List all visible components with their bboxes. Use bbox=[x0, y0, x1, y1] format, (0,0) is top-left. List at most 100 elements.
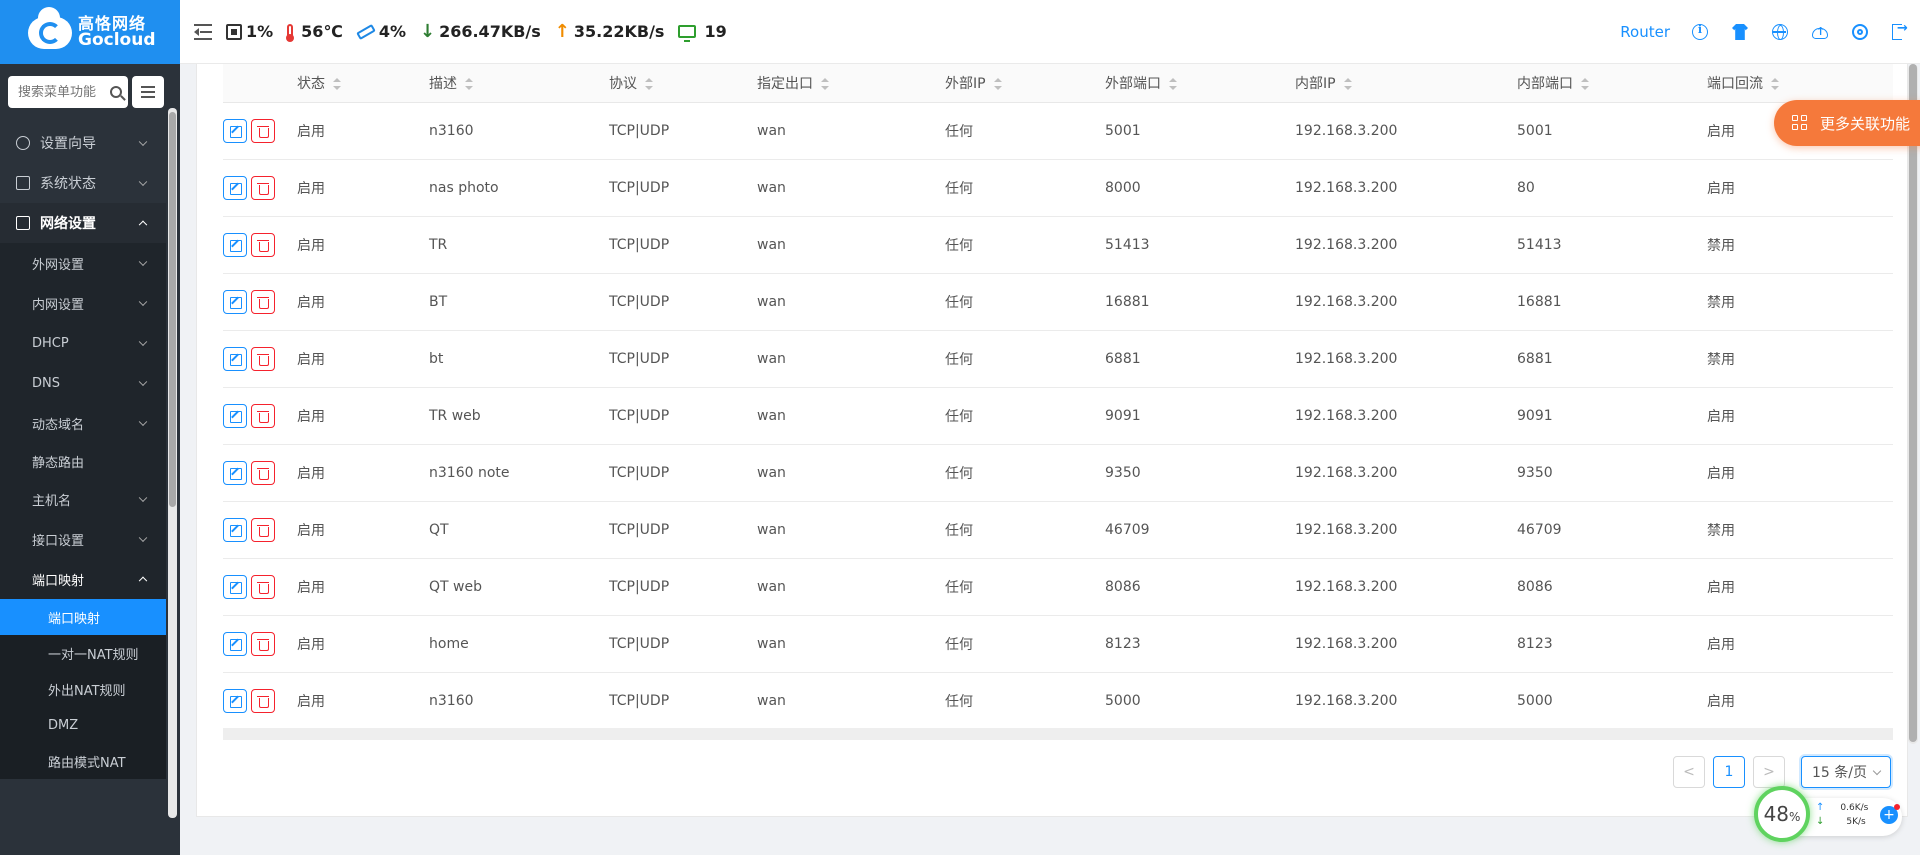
chevron-down-icon bbox=[138, 137, 148, 147]
internal-ip-cell: 192.168.3.200 bbox=[1295, 179, 1398, 196]
external-port-cell: 5001 bbox=[1105, 122, 1141, 139]
page-size-select[interactable]: 15 条/页 bbox=[1801, 756, 1891, 788]
edit-icon[interactable] bbox=[223, 175, 247, 200]
delete-icon[interactable] bbox=[251, 403, 275, 428]
sidebar-item-one-to-one-nat[interactable]: 一对一NAT规则 bbox=[0, 635, 166, 671]
sidebar-item-port-mapping[interactable]: 端口映射 bbox=[0, 599, 166, 635]
edit-icon[interactable] bbox=[223, 517, 247, 542]
sidebar-item-hostname[interactable]: 主机名 bbox=[0, 479, 166, 519]
edit-icon[interactable] bbox=[223, 118, 247, 143]
devices-value: 19 bbox=[704, 22, 727, 41]
sort-icon[interactable] bbox=[1771, 77, 1779, 90]
delete-icon[interactable] bbox=[251, 346, 275, 371]
edit-icon[interactable] bbox=[223, 289, 247, 314]
protocol-cell: TCP|UDP bbox=[609, 236, 670, 253]
table-row: 启用 QT web TCP|UDP wan 任何 8086 192.168.3.200 808… bbox=[223, 558, 1893, 615]
delete-icon[interactable] bbox=[251, 175, 275, 200]
edit-icon[interactable] bbox=[223, 346, 247, 371]
loopback-cell: 启用 bbox=[1707, 636, 1735, 653]
internal-ip-cell: 192.168.3.200 bbox=[1295, 578, 1398, 595]
menu-toggle-button[interactable] bbox=[132, 76, 164, 108]
sidebar-item-label: 系统状态 bbox=[40, 176, 96, 192]
speed-widget[interactable]: ↑ 0.6K/s ↓ 5K/s + 48% bbox=[1754, 786, 1904, 842]
cloud-upload-icon[interactable] bbox=[1812, 25, 1828, 39]
header-protocol[interactable]: 协议 bbox=[609, 64, 757, 102]
internal-ip-cell: 192.168.3.200 bbox=[1295, 236, 1398, 253]
delete-icon[interactable] bbox=[251, 118, 275, 143]
logo[interactable]: 高恪网络 Gocloud bbox=[0, 0, 180, 64]
port-mapping-submenu: 端口映射 一对一NAT规则 外出NAT规则 DMZ 路由模式NAT bbox=[0, 599, 166, 779]
theme-shirt-icon[interactable] bbox=[1732, 24, 1748, 40]
actions-cell bbox=[223, 615, 297, 672]
sidebar-item-wan[interactable]: 外网设置 bbox=[0, 243, 166, 283]
sidebar-item-dhcp[interactable]: DHCP bbox=[0, 323, 166, 363]
sort-icon[interactable] bbox=[465, 77, 473, 90]
sidebar-item-dns[interactable]: DNS bbox=[0, 363, 166, 403]
language-globe-icon[interactable] bbox=[1772, 24, 1788, 40]
delete-icon[interactable] bbox=[251, 460, 275, 485]
delete-icon[interactable] bbox=[251, 688, 275, 713]
sort-icon[interactable] bbox=[1581, 77, 1589, 90]
edit-icon[interactable] bbox=[223, 574, 247, 599]
memory-percent-circle[interactable]: 48% bbox=[1754, 786, 1810, 842]
sidebar-item-lan[interactable]: 内网设置 bbox=[0, 283, 166, 323]
sidebar-item-outbound-nat[interactable]: 外出NAT规则 bbox=[0, 671, 166, 707]
sidebar-item-label: 外网设置 bbox=[32, 257, 85, 273]
edit-icon[interactable] bbox=[223, 460, 247, 485]
info-icon[interactable] bbox=[1692, 23, 1708, 40]
sort-icon[interactable] bbox=[993, 77, 1002, 90]
sidebar-item-ddns[interactable]: 动态域名 bbox=[0, 403, 166, 443]
sidebar-item-system-status[interactable]: 系统状态 bbox=[0, 163, 166, 203]
sidebar-item-interface[interactable]: 接口设置 bbox=[0, 519, 166, 559]
table-horizontal-scrollbar[interactable] bbox=[223, 728, 1893, 740]
collapse-sidebar-icon[interactable] bbox=[194, 23, 212, 40]
edit-icon[interactable] bbox=[223, 631, 247, 656]
sidebar-scrollbar-thumb[interactable] bbox=[169, 112, 176, 507]
logo-text-en: Gocloud bbox=[78, 30, 156, 50]
sort-icon[interactable] bbox=[1169, 77, 1177, 90]
header-internal-ip[interactable]: 内部IP bbox=[1295, 64, 1517, 102]
header-description[interactable]: 描述 bbox=[429, 64, 609, 102]
sort-icon[interactable] bbox=[1343, 77, 1352, 90]
logout-icon[interactable] bbox=[1892, 21, 1908, 40]
menu-search-input[interactable] bbox=[18, 84, 108, 100]
sort-icon[interactable] bbox=[333, 77, 341, 90]
header-external-ip[interactable]: 外部IP bbox=[945, 64, 1105, 102]
table-header-row: 状态 描述 协议 指定出口 外部IP 外部端口 内部IP 内部端口 端口回流 bbox=[223, 64, 1893, 102]
header-internal-port[interactable]: 内部端口 bbox=[1517, 64, 1707, 102]
sidebar-item-static-route[interactable]: 静态路由 bbox=[0, 443, 166, 479]
header-outbound[interactable]: 指定出口 bbox=[757, 64, 945, 102]
sidebar-item-router-nat[interactable]: 路由模式NAT bbox=[0, 743, 166, 779]
next-page-button[interactable]: > bbox=[1753, 756, 1785, 788]
page-scrollbar-thumb[interactable] bbox=[1909, 64, 1917, 742]
page-1-button[interactable]: 1 bbox=[1713, 756, 1745, 788]
chevron-down-icon bbox=[138, 417, 148, 427]
router-mode-link[interactable]: Router bbox=[1620, 23, 1670, 41]
sidebar-item-dmz[interactable]: DMZ bbox=[0, 707, 166, 743]
sidebar-item-network-settings[interactable]: 网络设置 bbox=[0, 203, 166, 243]
delete-icon[interactable] bbox=[251, 232, 275, 257]
header-status[interactable]: 状态 bbox=[297, 64, 429, 102]
sort-icon[interactable] bbox=[645, 77, 653, 90]
table-row: 启用 n3160 TCP|UDP wan 任何 5001 192.168.3.200 5001… bbox=[223, 102, 1893, 159]
sidebar-item-port-mapping-group[interactable]: 端口映射 bbox=[0, 559, 166, 599]
edit-icon[interactable] bbox=[223, 232, 247, 257]
gear-icon[interactable] bbox=[1852, 24, 1868, 40]
search-icon[interactable] bbox=[110, 86, 122, 98]
delete-icon[interactable] bbox=[251, 631, 275, 656]
connected-devices[interactable]: 19 bbox=[678, 22, 727, 42]
menu-search[interactable] bbox=[8, 76, 128, 108]
edit-icon[interactable] bbox=[223, 403, 247, 428]
header-loopback[interactable]: 端口回流 bbox=[1707, 64, 1893, 102]
sort-icon[interactable] bbox=[821, 77, 829, 90]
edit-icon[interactable] bbox=[223, 688, 247, 713]
delete-icon[interactable] bbox=[251, 289, 275, 314]
prev-page-button[interactable]: < bbox=[1673, 756, 1705, 788]
plus-icon[interactable]: + bbox=[1880, 804, 1900, 824]
more-features-button[interactable]: 更多关联功能 bbox=[1774, 100, 1920, 146]
sidebar-item-setup-wizard[interactable]: 设置向导 bbox=[0, 123, 166, 163]
status-cell: 启用 bbox=[297, 693, 325, 710]
header-external-port[interactable]: 外部端口 bbox=[1105, 64, 1295, 102]
delete-icon[interactable] bbox=[251, 574, 275, 599]
delete-icon[interactable] bbox=[251, 517, 275, 542]
